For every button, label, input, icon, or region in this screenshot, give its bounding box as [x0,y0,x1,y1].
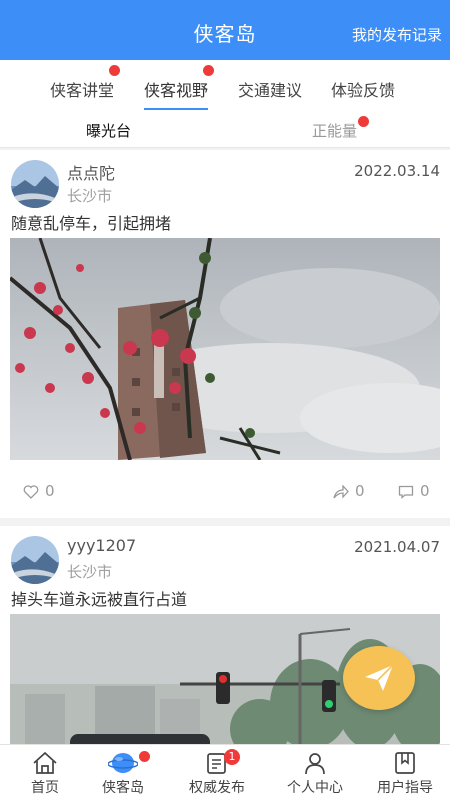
tab-lecture[interactable]: 侠客讲堂 [50,65,121,101]
tab-feedback[interactable]: 体验反馈 [331,77,395,101]
post-card[interactable]: 点点陀 长沙市 2022.03.14 随意乱停车，引起拥堵 0 0 0 [0,150,450,518]
app-header: 侠客岛 我的发布记录 [0,0,450,60]
tab-label: 侠客讲堂 [50,81,115,100]
post-username[interactable]: 点点陀 [67,160,115,184]
post-card[interactable]: yyy1207 长沙市 2021.04.07 掉头车道永远被直行占道 [0,526,450,756]
bottom-navigation: 首页 侠客岛 1 权威发布 个人中心 用户指导 [0,744,450,800]
post-username[interactable]: yyy1207 [67,536,136,555]
tab-label: 侠客视野 [144,81,209,100]
tab-label: 交通建议 [238,81,303,100]
bookmark-icon [395,752,415,774]
like-count: 0 [45,482,55,500]
avatar[interactable] [11,536,59,584]
planet-icon [108,753,138,773]
tab-traffic-advice[interactable]: 交通建议 [238,77,302,101]
post-city: 长沙市 [67,563,113,581]
notification-dot [139,751,150,762]
subtab-label: 正能量 [312,122,358,140]
post-photo[interactable] [10,238,440,460]
nav-home[interactable]: 首页 [0,745,90,800]
post-city: 长沙市 [67,187,113,205]
publish-record-link[interactable]: 我的发布记录 [352,24,442,45]
avatar[interactable] [11,160,59,208]
post-date: 2022.03.14 [354,162,440,180]
subtab-positive-energy[interactable]: 正能量 [312,116,370,141]
notification-dot [203,65,215,76]
app-screen: 侠客岛 我的发布记录 侠客讲堂 侠客视野 交通建议 体验反馈 曝光台 正能量 点… [0,0,450,800]
paper-plane-icon [365,664,394,691]
nav-user-guide[interactable]: 用户指导 [360,745,450,800]
tab-vision[interactable]: 侠客视野 [144,65,215,110]
user-icon [305,753,325,775]
post-stats: 0 0 0 [0,478,450,502]
heart-icon [23,485,39,499]
nav-label: 用户指导 [377,780,433,796]
notification-dot [358,116,370,127]
like-button[interactable]: 0 [23,482,55,500]
post-text: 掉头车道永远被直行占道 [11,590,188,609]
home-icon [33,751,57,774]
comment-count: 0 [420,482,430,500]
notification-dot [109,65,121,76]
nav-label: 首页 [31,780,59,796]
nav-label: 个人中心 [287,780,343,796]
post-text: 随意乱停车，引起拥堵 [11,214,172,233]
post-date: 2021.04.07 [354,538,440,556]
subtab-label: 曝光台 [86,122,132,140]
tab-label: 体验反馈 [331,81,396,100]
nav-label: 侠客岛 [102,780,144,796]
share-count: 0 [355,482,365,500]
nav-label: 权威发布 [189,780,245,796]
comment-button[interactable]: 0 [398,482,430,500]
sub-tabs: 曝光台 正能量 [0,116,450,148]
comment-icon [398,485,414,499]
category-tabs: 侠客讲堂 侠客视野 交通建议 体验反馈 [0,60,450,116]
notification-badge: 1 [224,749,240,765]
active-tab-indicator [144,108,209,110]
share-icon [333,484,349,499]
publish-fab[interactable] [343,646,415,710]
share-button[interactable]: 0 [333,482,365,500]
nav-xiakedao[interactable]: 侠客岛 [78,745,168,800]
subtab-exposure[interactable]: 曝光台 [86,120,131,141]
nav-personal-center[interactable]: 个人中心 [270,745,360,800]
nav-authoritative-release[interactable]: 1 权威发布 [172,745,262,800]
